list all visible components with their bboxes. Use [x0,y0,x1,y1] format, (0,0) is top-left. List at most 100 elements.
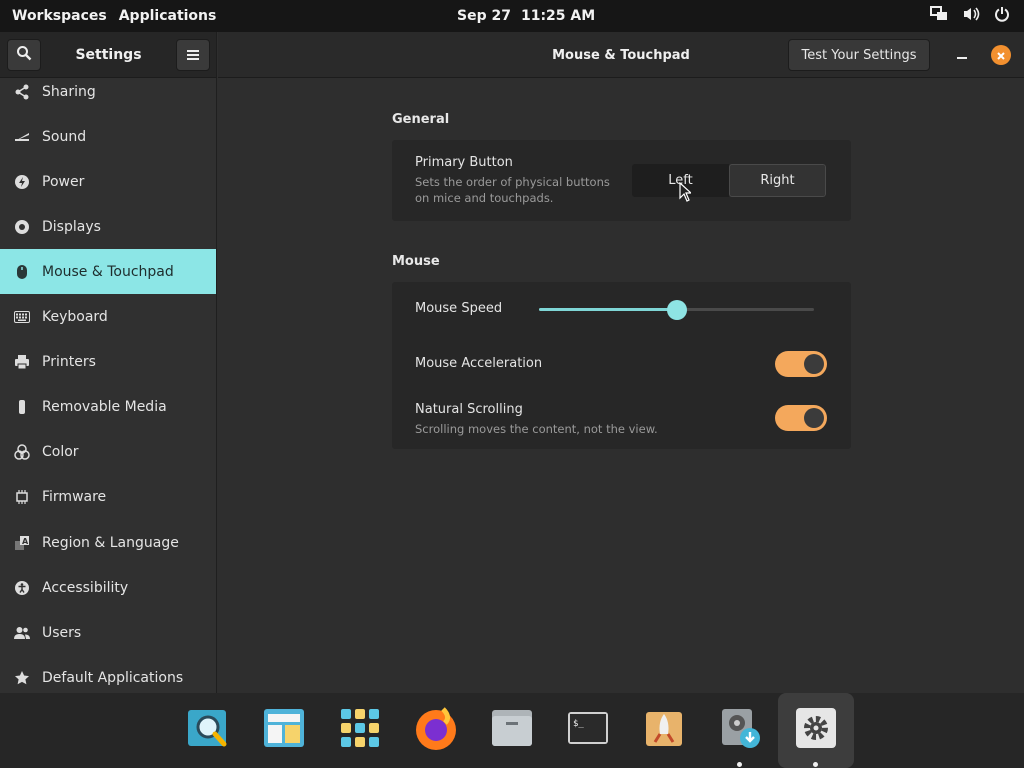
natural-scrolling-description: Scrolling moves the content, not the vie… [415,422,658,436]
dock-appcenter[interactable] [634,700,694,760]
svg-text:$_: $_ [573,719,584,729]
natural-scrolling-label: Natural Scrolling [415,402,523,417]
menu-button[interactable] [176,39,210,71]
color-icon [13,443,31,461]
share-icon [13,83,31,101]
appcenter-icon [642,706,686,754]
mail-app-icon [262,706,306,754]
star-icon [13,669,31,687]
general-card: Primary Button Sets the order of physica… [392,140,851,221]
sidebar-item-power[interactable]: Power [0,159,216,204]
sidebar-item-label: Printers [42,353,96,370]
slider-handle[interactable] [666,300,687,320]
firefox-icon [413,705,459,755]
sidebar-item-region-language[interactable]: A Region & Language [0,520,216,565]
mouse-speed-label: Mouse Speed [415,301,503,316]
printer-icon [13,353,31,371]
sidebar-item-removable-media[interactable]: Removable Media [0,384,216,429]
sidebar-item-sharing[interactable]: Sharing [0,78,216,114]
toggle-knob [804,408,824,428]
dock-search-app[interactable] [178,700,238,760]
display-icon [13,218,31,236]
slider-fill [539,308,677,311]
accessibility-icon [13,579,31,597]
primary-button-description-line2: on mice and touchpads. [415,191,554,205]
close-icon [996,46,1006,65]
volume-icon[interactable] [962,6,980,26]
primary-button-switcher: Left Right [632,164,826,197]
primary-right-option[interactable]: Right [729,164,826,197]
top-panel: Workspaces Applications Sep 27 11:25 AM [0,0,1024,32]
dock-settings[interactable] [786,700,846,760]
usb-icon [13,398,31,416]
keyboard-icon [13,308,31,326]
sound-icon [13,128,31,146]
language-icon: A [13,534,31,552]
primary-button-description-line1: Sets the order of physical buttons [415,175,610,189]
mouse-pointer-icon [679,181,693,206]
natural-scrolling-toggle[interactable] [775,405,827,431]
chip-icon [13,488,31,506]
folder-icon [490,706,534,754]
sidebar-item-keyboard[interactable]: Keyboard [0,294,216,339]
sidebar-item-label: Sound [42,128,87,145]
content-area: General Primary Button Sets the order of… [218,78,1024,693]
clock[interactable]: Sep 27 11:25 AM [457,0,595,32]
sidebar-item-color[interactable]: Color [0,429,216,474]
sidebar-item-accessibility[interactable]: Accessibility [0,565,216,610]
dock-app-grid[interactable] [330,700,390,760]
sidebar-item-firmware[interactable]: Firmware [0,474,216,519]
sidebar-item-label: Accessibility [42,579,129,596]
network-icon[interactable] [930,6,948,26]
time-label: 11:25 AM [520,8,596,24]
sidebar-item-mouse-touchpad[interactable]: Mouse & Touchpad [0,249,216,294]
mouse-card: Mouse Speed Mouse Acceleration Natural S… [392,282,851,449]
mouse-acceleration-label: Mouse Acceleration [415,356,543,371]
sidebar-item-label: Power [42,173,85,190]
sidebar-item-displays[interactable]: Displays [0,204,216,249]
mouse-speed-slider[interactable] [539,300,814,320]
sidebar-item-label: Mouse & Touchpad [42,263,174,280]
applications-button[interactable]: Applications [115,0,225,32]
disk-installer-icon [718,706,762,754]
close-button[interactable] [991,45,1011,65]
sidebar-item-label: Displays [42,218,101,235]
dock-terminal[interactable]: $_ [558,700,618,760]
mouse-section-title: Mouse [392,254,440,269]
svg-text:A: A [22,537,29,546]
mouse-icon [13,263,31,281]
app-grid-icon [338,706,382,754]
power-menu-icon[interactable] [994,6,1010,26]
gear-icon [794,706,838,754]
dock-firefox[interactable] [406,700,466,760]
dock-files[interactable] [482,700,542,760]
minimize-button[interactable] [952,44,972,66]
dock-mail-app[interactable] [254,700,314,760]
hamburger-icon [187,46,199,65]
sidebar-item-sound[interactable]: Sound [0,114,216,159]
terminal-icon: $_ [566,706,610,754]
settings-window: Settings Mouse & Touchpad Test Your Sett… [0,32,1024,693]
magnifier-app-icon [186,706,230,754]
workspaces-button[interactable]: Workspaces [0,0,115,32]
sidebar-item-printers[interactable]: Printers [0,339,216,384]
sidebar-item-label: Region & Language [42,534,179,551]
sidebar-item-users[interactable]: Users [0,610,216,655]
users-icon [13,624,31,642]
sidebar-item-label: Users [42,624,82,641]
sidebar-item-default-applications[interactable]: Default Applications [0,655,216,693]
running-indicator [737,762,742,767]
general-section-title: General [392,112,450,127]
sidebar-item-label: Removable Media [42,398,167,415]
mouse-acceleration-toggle[interactable] [775,351,827,377]
sidebar-item-label: Firmware [42,488,107,505]
sidebar: Sharing Sound Power Displays Mouse & Tou… [0,78,217,693]
sidebar-item-label: Sharing [42,83,96,100]
power-icon [13,173,31,191]
sidebar-item-label: Color [42,443,79,460]
dock-installer[interactable] [710,700,770,760]
test-settings-button[interactable]: Test Your Settings [788,39,930,71]
minimize-icon [956,46,968,65]
running-indicator [813,762,818,767]
sidebar-item-label: Keyboard [42,308,108,325]
